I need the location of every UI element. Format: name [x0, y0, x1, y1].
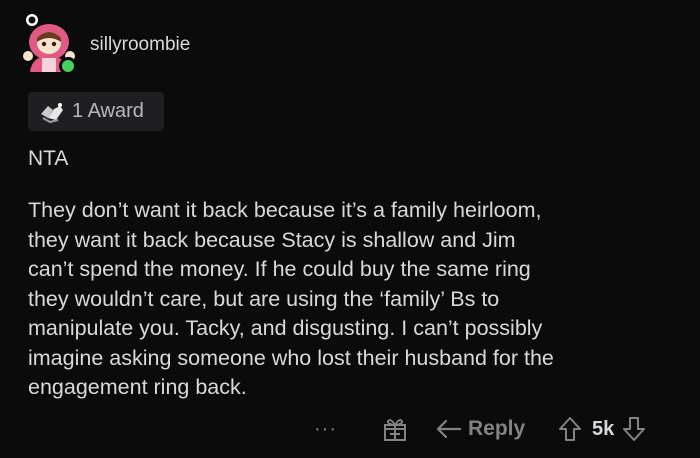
online-status-indicator	[59, 57, 77, 75]
reply-label: Reply	[468, 417, 526, 440]
award-count-label: 1 Award	[72, 100, 144, 122]
upvote-arrow-icon[interactable]	[558, 416, 582, 442]
vote-score: 5k	[592, 417, 615, 440]
reply-button[interactable]: Reply	[436, 414, 525, 444]
gift-icon[interactable]	[382, 416, 408, 442]
username-link[interactable]: sillyroombie	[90, 34, 190, 56]
hands-award-icon	[41, 102, 63, 123]
reply-arrow-icon	[436, 419, 462, 439]
award-badge[interactable]: 1 Award	[28, 92, 164, 131]
comment-actions-bar: ··· Reply 5k	[0, 414, 700, 446]
downvote-arrow-icon[interactable]	[622, 416, 646, 442]
comment-body: They don’t want it back because it’s a f…	[28, 198, 554, 399]
comment-verdict: NTA	[28, 147, 69, 170]
more-options-button[interactable]: ···	[314, 418, 337, 441]
vote-controls: 5k	[558, 414, 646, 444]
